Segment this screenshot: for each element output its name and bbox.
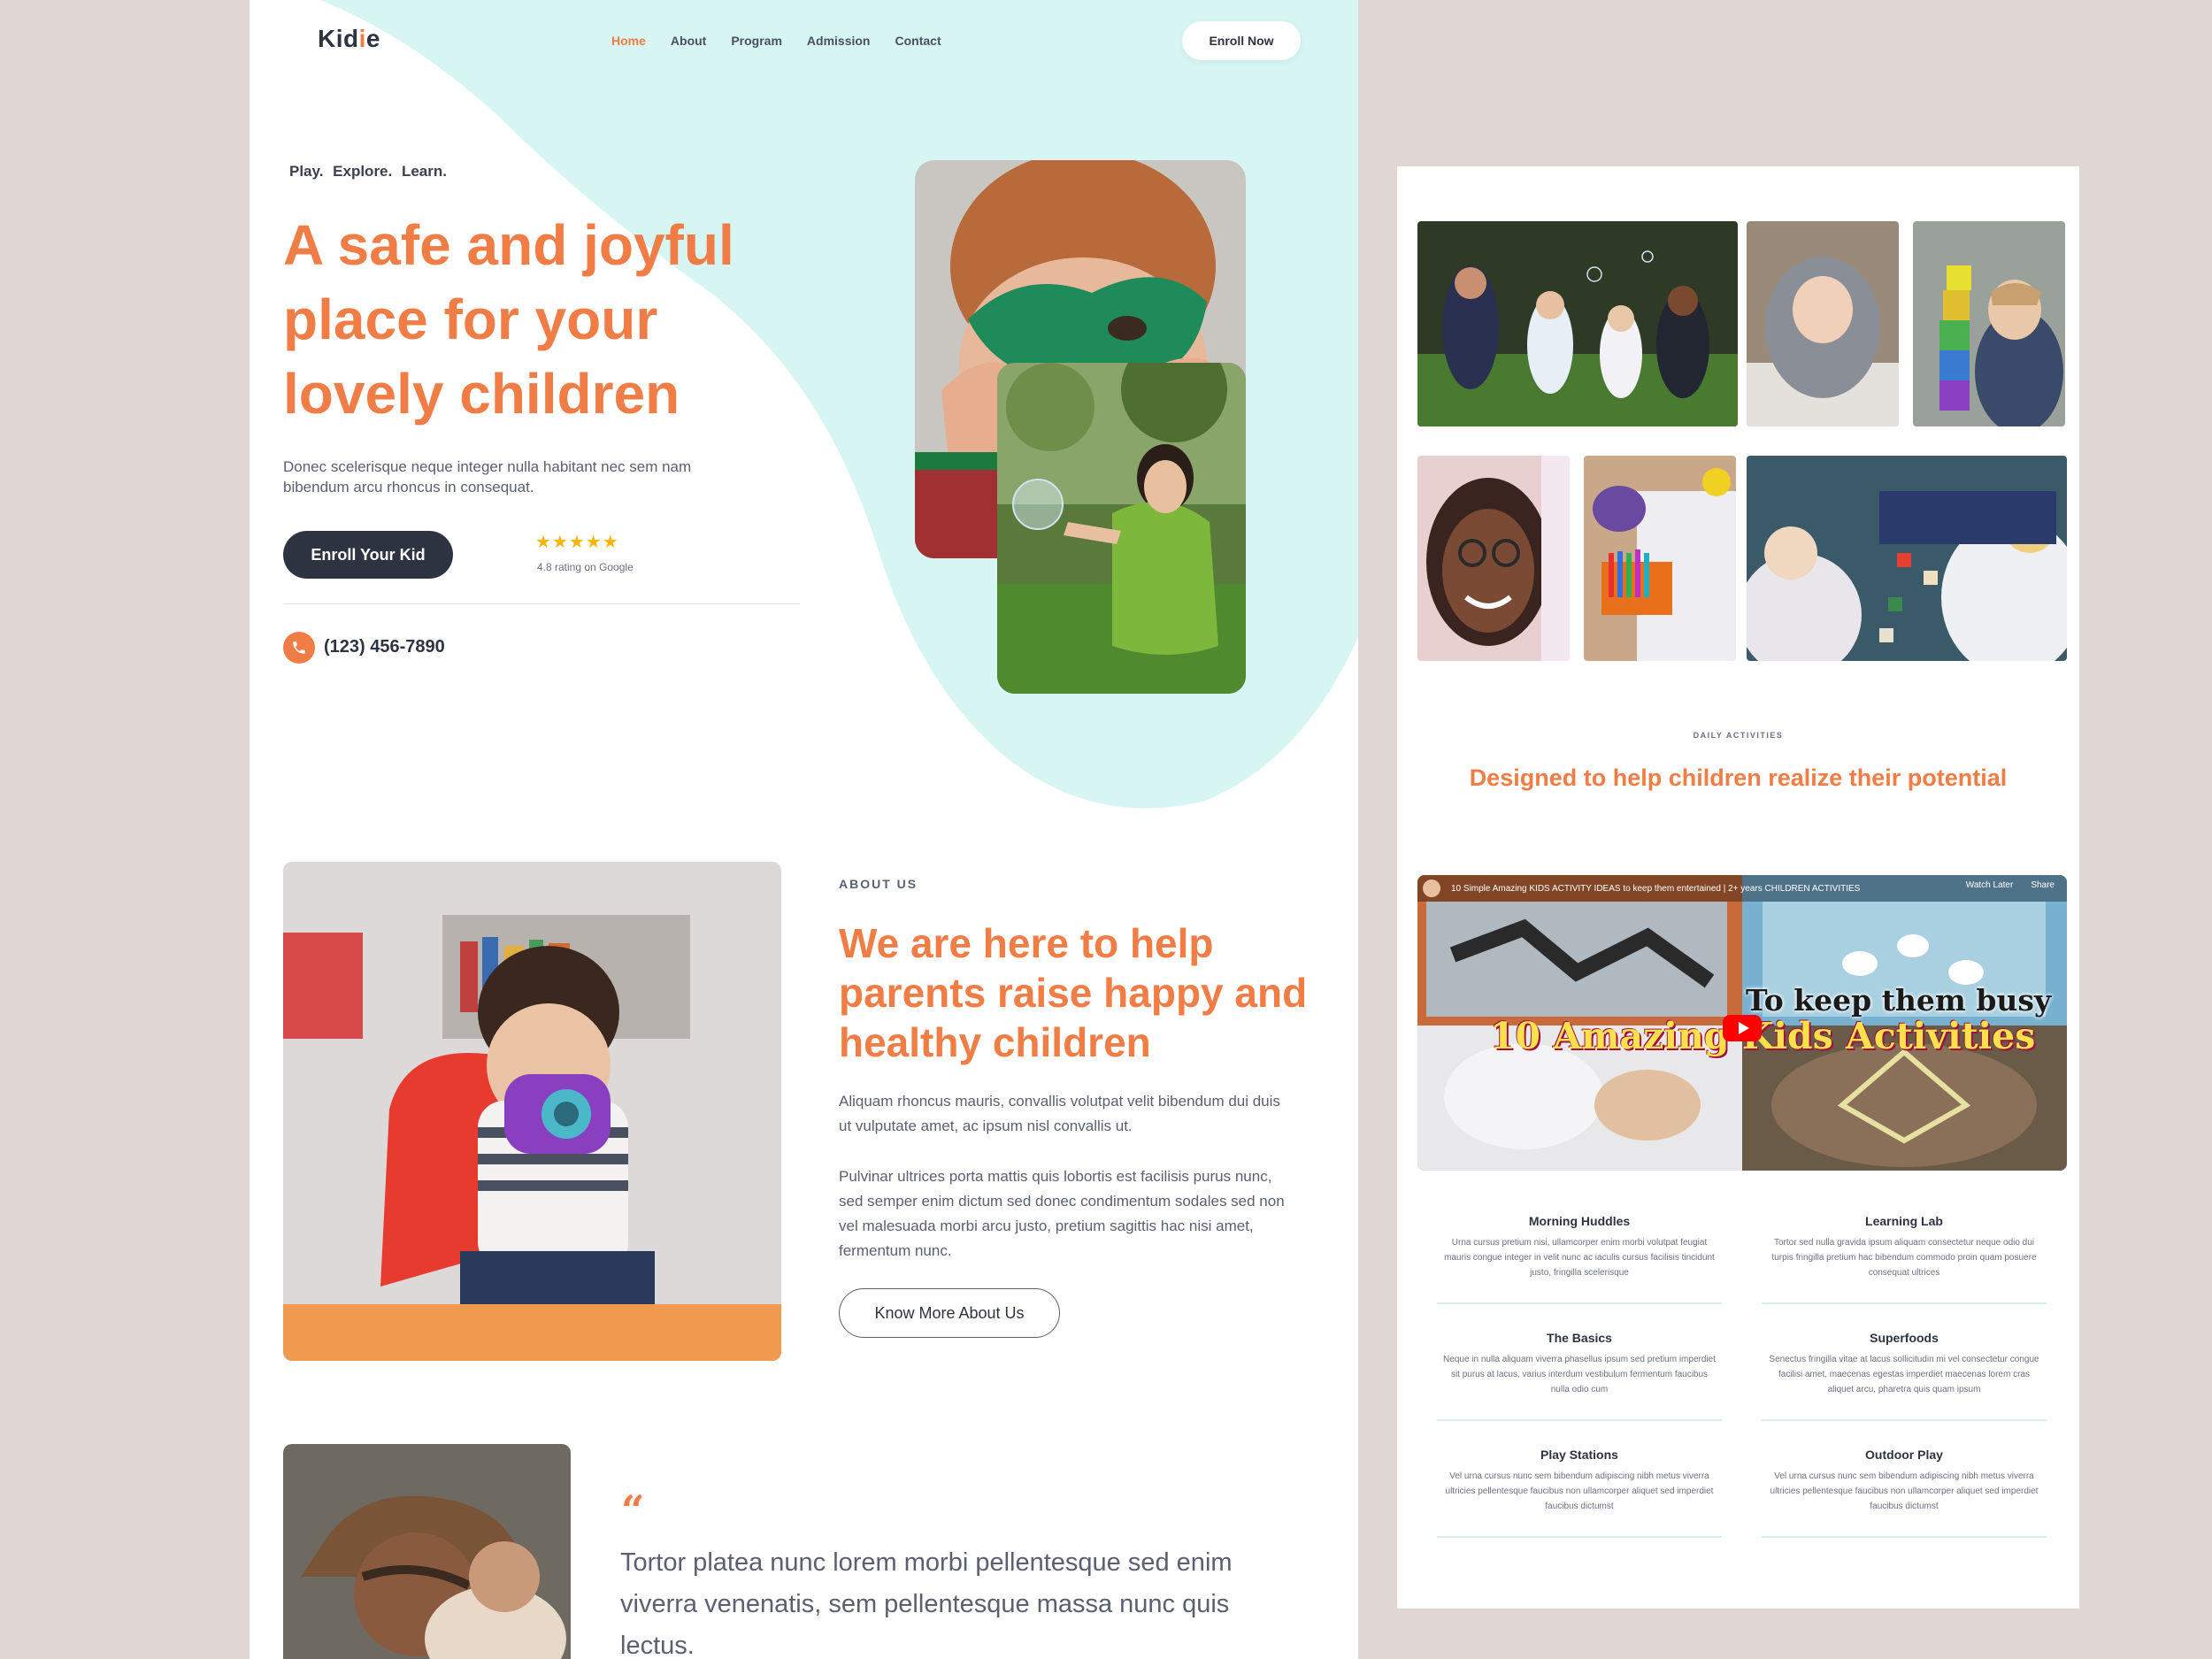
phone-number[interactable]: (123) 456-7890 [324,637,445,657]
daily-activities-label: DAILY ACTIVITIES [1693,731,1784,740]
star-icon: ★★★★★ [535,533,619,552]
activity-title: Play Stations [1540,1448,1618,1462]
hero-title: A safe and joyful place for your lovely … [283,213,734,426]
hero-description: Donec scelerisque neque integer nulla ha… [283,458,692,495]
main-nav: Home About Program Admission Contact [611,34,941,48]
nav-contact[interactable]: Contact [895,34,941,48]
quote-icon: “ [621,1486,645,1534]
activity-divider [1437,1419,1722,1421]
activity-description: Urna cursus pretium nisi, ullamcorper en… [1444,1238,1715,1278]
gallery-photo-kids-bubbles [1417,221,1738,426]
play-icon[interactable] [1723,1015,1762,1041]
landing-page: Kidie Home About Program Admission Conta… [250,0,1358,1659]
logo-text: Kidie [318,25,380,52]
about-title: We are here to help parents raise happy … [839,920,1308,1065]
activity-title: Morning Huddles [1528,1214,1631,1228]
activity-description: Vel urna cursus nunc sem bibendum adipis… [1445,1471,1714,1511]
activity-title: Outdoor Play [1865,1448,1943,1462]
hero-divider [283,603,800,604]
video-player[interactable]: 10 Simple Amazing KIDS ACTIVITY IDEAS to… [1417,875,2067,1171]
nav-home[interactable]: Home [611,34,646,48]
gallery-photo-markers-drawing [1584,456,1736,661]
activity-divider [1437,1536,1722,1538]
nav-admission[interactable]: Admission [807,34,871,48]
activity-learning-lab: Learning Lab Tortor sed nulla gravida ip… [1762,1214,2047,1304]
video-title: 10 Simple Amazing KIDS ACTIVITY IDEAS to… [1451,884,1861,894]
activity-title: The Basics [1547,1331,1612,1345]
testimonial-photo-mother [283,1444,571,1659]
activity-divider [1437,1302,1722,1304]
share-button[interactable]: Share [2031,880,2055,890]
about-paragraph-1: Aliquam rhoncus mauris, convallis volutp… [839,1093,1280,1134]
logo[interactable]: Kidie [318,25,380,53]
enroll-now-button[interactable]: Enroll Now [1182,21,1301,60]
nav-program[interactable]: Program [731,34,782,48]
watch-later-button[interactable]: Watch Later [1966,880,2014,890]
activity-play-stations: Play Stations Vel urna cursus nunc sem b… [1437,1448,1722,1538]
activity-description: Vel urna cursus nunc sem bibendum adipis… [1770,1471,2039,1511]
testimonial-text: Tortor platea nunc lorem morbi pellentes… [620,1548,1233,1659]
photo-girl-with-bubble [997,363,1246,694]
rating-text: 4.8 rating on Google [537,561,634,573]
activity-divider [1762,1536,2047,1538]
activity-title: Learning Lab [1865,1214,1943,1228]
know-more-button[interactable]: Know More About Us [839,1288,1060,1338]
gallery-photo-stacking-blocks [1913,221,2065,426]
activity-description: Senectus fringilla vitae at lacus sollic… [1769,1355,2039,1394]
activity-the-basics: The Basics Neque in nulla aliquam viverr… [1437,1331,1722,1421]
video-overlay-line2: 10 Amazing Kids Activities [1490,1015,2036,1057]
activity-morning-huddles: Morning Huddles Urna cursus pretium nisi… [1437,1214,1722,1304]
about-photo-girl-with-camera [283,862,781,1361]
activity-title: Superfoods [1870,1331,1939,1345]
activity-superfoods: Superfoods Senectus fringilla vitae at l… [1762,1331,2047,1421]
activity-outdoor-play: Outdoor Play Vel urna cursus nunc sem bi… [1762,1448,2047,1538]
video-actions: Watch Later Share [1966,880,2055,890]
enroll-your-kid-button[interactable]: Enroll Your Kid [283,531,453,579]
phone-icon[interactable] [283,632,315,664]
gallery-photo-baby-hood [1747,221,1899,426]
gallery-photo-toddlers-blocks [1747,456,2067,661]
activities-page: DAILY ACTIVITIES Designed to help childr… [1397,166,2079,1609]
activity-divider [1762,1419,2047,1421]
hero-tagline: Play. Explore. Learn. [289,163,447,180]
nav-about[interactable]: About [671,34,706,48]
about-section-label: ABOUT US [839,877,918,891]
about-paragraph-2: Pulvinar ultrices porta mattis quis lobo… [839,1168,1285,1259]
activity-divider [1762,1302,2047,1304]
daily-activities-title: Designed to help children realize their … [1469,764,2008,791]
activity-description: Tortor sed nulla gravida ipsum aliquam c… [1771,1238,2037,1278]
activity-description: Neque in nulla aliquam viverra phasellus… [1443,1355,1716,1394]
gallery-photo-girl-glasses [1417,456,1570,661]
video-overlay-line1: To keep them busy [1746,983,2052,1018]
